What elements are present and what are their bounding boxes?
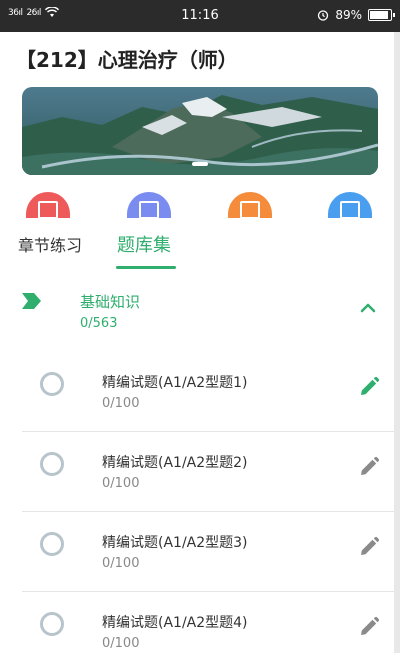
item-progress: 0/100 [102,396,140,411]
item-title: 精编试题(A1/A2型题3) [102,535,248,551]
exchange-icon[interactable] [228,192,272,218]
active-tab-indicator [116,266,176,269]
item-progress: 0/100 [102,636,140,651]
radio-button[interactable] [40,372,64,396]
pencil-icon[interactable] [358,616,380,638]
list-item[interactable]: 精编试题(A1/A2型题1) 0/100 [22,352,400,432]
item-title: 精编试题(A1/A2型题1) [102,375,248,391]
pencil-icon[interactable] [358,376,380,398]
item-title: 精编试题(A1/A2型题4) [102,615,248,631]
section-title[interactable]: 基础知识 [80,291,140,312]
notebook-icon[interactable] [328,192,372,218]
section-arrow-icon [22,293,41,309]
item-title: 精编试题(A1/A2型题2) [102,455,248,471]
list-item[interactable]: 精编试题(A1/A2型题2) 0/100 [22,432,400,512]
alarm-icon [318,10,329,21]
item-progress: 0/100 [102,476,140,491]
banner-carousel[interactable] [22,87,378,175]
radio-button[interactable] [40,612,64,636]
battery-icon [368,9,395,21]
calendar-icon[interactable] [127,192,171,218]
section-progress: 0/563 [80,316,118,331]
list-item[interactable]: 精编试题(A1/A2型题4) 0/100 [22,592,400,653]
tab-question-bank[interactable]: 题库集 [117,231,171,257]
carousel-indicator [192,162,208,166]
radio-button[interactable] [40,532,64,556]
chevron-up-icon[interactable] [359,302,377,314]
radio-button[interactable] [40,452,64,476]
status-bar: 36ıl 26ıl 11:16 89% [0,0,400,32]
tab-chapter-practice[interactable]: 章节练习 [18,232,82,256]
battery-percent: 89% [335,8,362,22]
item-progress: 0/100 [102,556,140,571]
pencil-icon[interactable] [358,536,380,558]
exam-icon[interactable] [26,192,70,218]
page-title: 【212】心理治疗（师） [16,48,238,72]
list-item[interactable]: 精编试题(A1/A2型题3) 0/100 [22,512,400,592]
pencil-icon[interactable] [358,456,380,478]
